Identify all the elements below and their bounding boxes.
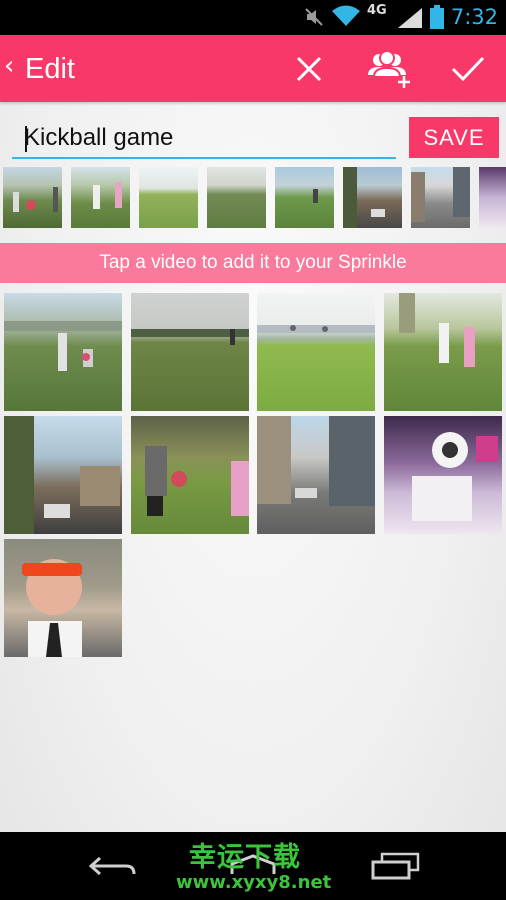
selected-video-thumb[interactable] — [343, 167, 402, 228]
selected-video-thumb[interactable] — [139, 167, 198, 228]
watermark-logo-text: 幸运下载 — [189, 842, 301, 873]
wifi-icon — [331, 4, 361, 28]
close-icon — [295, 55, 323, 83]
confirm-button[interactable] — [446, 49, 490, 89]
sprinkle-title-input[interactable]: Kickball game — [12, 117, 396, 159]
sprinkle-title-value: Kickball game — [24, 124, 174, 151]
back-chevron-icon[interactable]: ‹ — [4, 53, 14, 79]
checkmark-icon — [450, 55, 486, 83]
selected-videos-strip[interactable] — [0, 167, 506, 229]
video-thumb[interactable] — [4, 293, 122, 411]
video-thumb[interactable] — [257, 293, 375, 411]
video-thumb[interactable] — [384, 293, 502, 411]
save-button[interactable]: SAVE — [409, 117, 499, 158]
add-people-icon — [365, 49, 413, 89]
watermark-url: www.xyxy8.net — [176, 872, 332, 893]
video-thumb[interactable] — [131, 416, 249, 534]
video-thumb[interactable] — [4, 416, 122, 534]
recents-icon[interactable] — [370, 852, 422, 882]
text-cursor — [25, 126, 27, 152]
signal-icon — [397, 7, 423, 29]
instruction-banner: Tap a video to add it to your Sprinkle — [0, 243, 506, 283]
selected-video-thumb[interactable] — [3, 167, 62, 228]
status-bar: 4G 7:32 — [0, 0, 506, 35]
network-type: 4G — [367, 3, 387, 18]
status-time: 7:32 — [450, 5, 498, 29]
page-title[interactable]: Edit — [25, 52, 75, 86]
action-bar: ‹ Edit — [0, 35, 506, 102]
back-icon[interactable] — [88, 854, 136, 880]
mute-icon — [303, 6, 325, 28]
selected-video-thumb[interactable] — [479, 167, 506, 228]
video-thumb[interactable] — [384, 416, 502, 534]
add-people-button[interactable] — [364, 49, 414, 89]
selected-video-thumb[interactable] — [207, 167, 266, 228]
video-thumb[interactable] — [131, 293, 249, 411]
video-thumb[interactable] — [257, 416, 375, 534]
selected-video-thumb[interactable] — [411, 167, 470, 228]
discard-button[interactable] — [287, 49, 331, 89]
battery-icon — [429, 5, 445, 29]
selected-video-thumb[interactable] — [275, 167, 334, 228]
video-thumb[interactable] — [4, 539, 122, 657]
selected-video-thumb[interactable] — [71, 167, 130, 228]
